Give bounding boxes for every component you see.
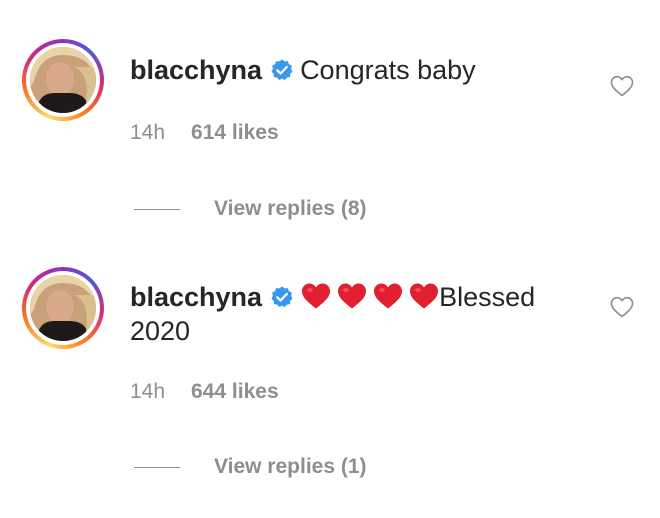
comment-timestamp: 14h <box>130 380 166 403</box>
red-heart-emoji <box>409 282 439 310</box>
likes-count[interactable]: 614 likes <box>191 121 279 144</box>
heart-outline-icon[interactable] <box>610 75 634 97</box>
avatar[interactable] <box>22 39 104 121</box>
comment-text: Blessed <box>439 282 536 312</box>
verified-badge-icon <box>270 283 294 308</box>
comment-item: blacchyna Congrats baby 14h 614 likes View… <box>0 0 660 258</box>
comment-timestamp: 14h <box>130 121 166 144</box>
view-replies-label: View replies (8) <box>214 197 367 220</box>
avatar-border <box>26 271 100 345</box>
comment-text-line: blacchyna Blessed <box>130 280 535 318</box>
red-heart-emoji <box>337 282 367 310</box>
view-replies-button[interactable]: View replies (8) <box>134 194 367 224</box>
avatar-photo <box>30 275 96 341</box>
username-link[interactable]: blacchyna <box>130 282 262 312</box>
avatar-photo <box>30 47 96 113</box>
comment-text: Congrats baby <box>300 55 476 85</box>
avatar[interactable] <box>22 267 104 349</box>
red-heart-emoji <box>301 282 331 310</box>
red-heart-emoji <box>373 282 403 310</box>
view-replies-button[interactable]: View replies (1) <box>134 452 367 482</box>
heart-outline-icon[interactable] <box>610 296 634 318</box>
verified-badge-icon <box>270 56 294 81</box>
comment-text-line: blacchyna Congrats baby <box>130 53 476 87</box>
view-replies-label: View replies (1) <box>214 455 367 478</box>
username-link[interactable]: blacchyna <box>130 55 262 85</box>
replies-divider <box>134 466 180 468</box>
comment-meta: 14h 644 likes <box>130 380 279 404</box>
replies-divider <box>134 208 180 210</box>
comment-item: blacchyna Blessed 2020 14h 644 likes View … <box>0 258 660 518</box>
comment-meta: 14h 614 likes <box>130 121 279 145</box>
likes-count[interactable]: 644 likes <box>191 380 279 403</box>
emoji-hearts <box>301 282 439 318</box>
avatar-border <box>26 43 100 117</box>
comment-text-line-2: 2020 <box>130 316 191 346</box>
